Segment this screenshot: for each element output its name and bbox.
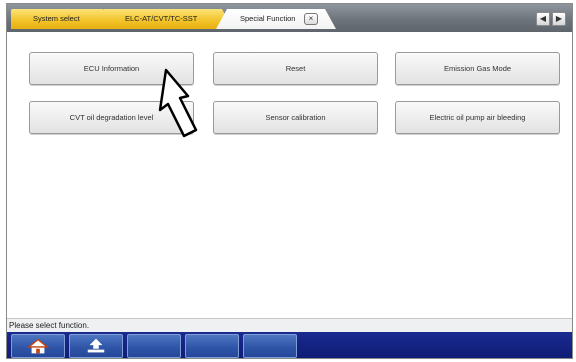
back-button[interactable] [69,334,123,358]
home-button[interactable] [11,334,65,358]
electric-oil-pump-air-bleeding-button[interactable]: Electric oil pump air bleeding [395,101,560,134]
toolbar-button-3[interactable] [127,334,181,358]
emission-gas-mode-button[interactable]: Emission Gas Mode [395,52,560,85]
cvt-oil-degradation-level-label: CVT oil degradation level [69,113,154,122]
tab-elc-at-cvt[interactable]: ELC-AT/CVT/TC-SST [93,9,233,29]
tab-system-select[interactable]: System select [11,9,114,29]
ecu-information-label: ECU Information [83,64,140,73]
sensor-calibration-button[interactable]: Sensor calibration [213,101,378,134]
hand-pointer-icon [158,68,198,138]
tab-elc-label: ELC-AT/CVT/TC-SST [125,14,198,23]
reset-button[interactable]: Reset [213,52,378,85]
toolbar-button-4[interactable] [185,334,239,358]
bottom-toolbar [7,332,572,358]
tab-bar: System select ELC-AT/CVT/TC-SST Special … [7,4,572,32]
sensor-calibration-label: Sensor calibration [265,113,326,122]
status-text: Please select function. [9,321,90,330]
reset-label: Reset [285,64,306,73]
tab-system-select-label: System select [33,14,80,23]
back-arrow-icon [87,338,105,353]
home-icon [26,338,50,354]
status-bar: Please select function. [7,318,572,332]
tab-special-function-label: Special Function [240,14,296,23]
tab-close-icon[interactable]: × [304,13,318,25]
tab-special-function[interactable]: Special Function [216,9,336,29]
scroll-left-icon[interactable]: ◀ [536,12,550,26]
emission-gas-mode-label: Emission Gas Mode [443,64,512,73]
scroll-right-icon[interactable]: ▶ [552,12,566,26]
application-window: System select ELC-AT/CVT/TC-SST Special … [6,3,573,359]
toolbar-button-5[interactable] [243,334,297,358]
electric-oil-pump-air-bleeding-label: Electric oil pump air bleeding [429,113,526,122]
